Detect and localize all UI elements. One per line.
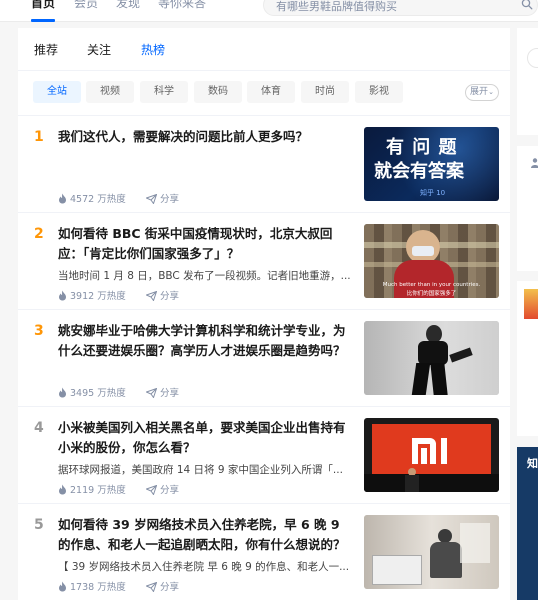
- hot-list-item[interactable]: 2 如何看待 BBC 街采中国疫情现状时，北京大叔回应：「肯定比你们国家强多了」…: [18, 212, 510, 309]
- paper-plane-icon: [146, 291, 157, 301]
- chevron-down-icon: ⌄: [488, 88, 494, 96]
- paper-plane-icon: [146, 485, 157, 495]
- item-metrics: 2119 万热度 分享: [58, 482, 358, 496]
- category-sports[interactable]: 体育: [247, 81, 295, 103]
- item-excerpt[interactable]: 【 39 岁网络技术员入住养老院 早 6 晚 9 的作息、和老人一...: [58, 560, 354, 574]
- share-button[interactable]: 分享: [146, 579, 179, 593]
- thumbnail-street-interview[interactable]: Much better than in your countries. 比你们的…: [364, 224, 499, 298]
- share-button[interactable]: 分享: [146, 191, 179, 205]
- share-label: 分享: [160, 291, 180, 302]
- share-label: 分享: [160, 194, 180, 205]
- hot-list-card: 推荐 关注 热榜 全站 视频 科学 数码 体育 时尚 影视 展开⌄ 1 我们这代…: [18, 28, 510, 600]
- item-excerpt[interactable]: 当地时间 1 月 8 日，BBC 发布了一段视频。记者旧地重游，...: [58, 269, 354, 283]
- item-title[interactable]: 小米被美国列入相关黑名单，要求美国企业出售持有小米的股份，你怎么看？: [58, 418, 356, 458]
- thumbnail-zhihu-promo[interactable]: 有 问 题 就会有答案 知乎 10: [364, 127, 499, 201]
- category-filter: 全站 视频 科学 数码 体育 时尚 影视 展开⌄: [18, 81, 510, 103]
- xiaomi-logo-icon: [412, 438, 447, 464]
- category-film[interactable]: 影视: [355, 81, 403, 103]
- thumbnail-headline-line1: 有 问 题: [386, 137, 458, 158]
- rank-number: 4: [34, 420, 44, 436]
- rank-number: 5: [34, 517, 44, 533]
- expand-label: 展开: [470, 87, 489, 97]
- flame-icon: [59, 193, 66, 204]
- promo-image[interactable]: [524, 289, 538, 319]
- nav-item-waiting-answers[interactable]: 等你来答: [158, 0, 206, 11]
- top-navigation-bar: 首页 会员 发现 等你来答 有哪些男鞋品牌值得购买: [0, 0, 538, 22]
- hot-list-item[interactable]: 4 小米被美国列入相关黑名单，要求美国企业出售持有小米的股份，你怎么看？ 据环球…: [18, 406, 510, 503]
- heat-value: 4572 万热度: [70, 194, 126, 205]
- search-box[interactable]: 有哪些男鞋品牌值得购买: [263, 0, 538, 16]
- thumbnail-subtitle-en: Much better than in your countries.: [382, 282, 481, 288]
- item-metrics: 4572 万热度 分享: [58, 191, 358, 205]
- item-title[interactable]: 如何看待 BBC 街采中国疫情现状时，北京大叔回应：「肯定比你们国家强多了」？: [58, 224, 356, 264]
- thumbnail-headline-line2: 就会有答案: [374, 161, 464, 182]
- share-label: 分享: [160, 485, 180, 496]
- item-metrics: 1738 万热度 分享: [58, 579, 358, 593]
- avatar[interactable]: [527, 48, 538, 68]
- item-title[interactable]: 如何看待 39 岁网络技术员入住养老院，早 6 晚 9 的作息、和老人一起追剧晒…: [58, 515, 356, 555]
- share-label: 分享: [160, 582, 180, 593]
- hot-list-item[interactable]: 1 我们这代人，需要解决的问题比前人更多吗？ 4572 万热度 分享 有 问 题…: [18, 115, 510, 212]
- paper-plane-icon: [146, 194, 157, 204]
- rank-number: 1: [34, 129, 44, 145]
- banner-text: 知: [527, 457, 538, 470]
- thumbnail-portrait-photo[interactable]: [364, 321, 499, 395]
- item-excerpt[interactable]: 据环球网报道，美国政府 14 日将 9 家中国企业列入所谓「...: [58, 463, 354, 477]
- hot-list-item[interactable]: 3 姚安娜毕业于哈佛大学计算机科学和统计学专业，为什么还要进娱乐圈？高学历人才进…: [18, 309, 510, 406]
- item-title[interactable]: 姚安娜毕业于哈佛大学计算机科学和统计学专业，为什么还要进娱乐圈？高学历人才进娱乐…: [58, 321, 356, 361]
- nav-item-home[interactable]: 首页: [31, 0, 55, 11]
- nav-active-indicator: [31, 19, 55, 22]
- flame-icon: [59, 290, 66, 301]
- category-science[interactable]: 科学: [140, 81, 188, 103]
- item-metrics: 3495 万热度 分享: [58, 385, 358, 399]
- thumbnail-xiaomi-stage[interactable]: [364, 418, 499, 492]
- category-digital[interactable]: 数码: [194, 81, 242, 103]
- category-all[interactable]: 全站: [33, 81, 81, 103]
- category-fashion[interactable]: 时尚: [301, 81, 349, 103]
- item-title[interactable]: 我们这代人，需要解决的问题比前人更多吗？: [58, 127, 356, 147]
- hot-list-item[interactable]: 5 如何看待 39 岁网络技术员入住养老院，早 6 晚 9 的作息、和老人一起追…: [18, 503, 510, 600]
- flame-icon: [59, 581, 66, 592]
- sidebar-card[interactable]: [517, 146, 538, 271]
- rank-number: 3: [34, 323, 44, 339]
- user-icon: [531, 158, 538, 168]
- rank-number: 2: [34, 226, 44, 242]
- share-button[interactable]: 分享: [146, 288, 179, 302]
- item-metrics: 3912 万热度 分享: [58, 288, 358, 302]
- flame-icon: [59, 387, 66, 398]
- share-button[interactable]: 分享: [146, 482, 179, 496]
- heat-metric: 3912 万热度: [58, 288, 126, 302]
- search-icon[interactable]: [521, 0, 533, 10]
- category-video[interactable]: 视频: [86, 81, 134, 103]
- sidebar-card[interactable]: [517, 281, 538, 436]
- thumbnail-nursing-home-room[interactable]: [364, 515, 499, 589]
- share-label: 分享: [160, 388, 180, 399]
- tab-hot-list[interactable]: 热榜: [141, 42, 165, 58]
- heat-metric: 3495 万热度: [58, 385, 126, 399]
- heat-value: 1738 万热度: [70, 582, 126, 593]
- heat-metric: 1738 万热度: [58, 579, 126, 593]
- heat-value: 3912 万热度: [70, 291, 126, 302]
- thumbnail-caption: 知乎 10: [420, 189, 446, 197]
- thumbnail-person: [438, 529, 452, 543]
- heat-metric: 4572 万热度: [58, 191, 126, 205]
- tab-recommend[interactable]: 推荐: [34, 42, 58, 58]
- expand-categories-button[interactable]: 展开⌄: [465, 84, 499, 101]
- heat-metric: 2119 万热度: [58, 482, 126, 496]
- sidebar-banner[interactable]: 知: [517, 447, 538, 600]
- paper-plane-icon: [146, 582, 157, 592]
- flame-icon: [59, 484, 66, 495]
- nav-item-vip[interactable]: 会员: [74, 0, 98, 11]
- share-button[interactable]: 分享: [146, 385, 179, 399]
- paper-plane-icon: [146, 388, 157, 398]
- feed-tabs: 推荐 关注 热榜: [18, 28, 510, 71]
- thumbnail-subtitle-zh: 比你们的国家强多了: [406, 291, 457, 297]
- search-input-placeholder[interactable]: 有哪些男鞋品牌值得购买: [276, 0, 397, 14]
- heat-value: 3495 万热度: [70, 388, 126, 399]
- sidebar-card[interactable]: [517, 28, 538, 135]
- tab-follow[interactable]: 关注: [87, 42, 111, 58]
- heat-value: 2119 万热度: [70, 485, 126, 496]
- nav-item-explore[interactable]: 发现: [116, 0, 140, 11]
